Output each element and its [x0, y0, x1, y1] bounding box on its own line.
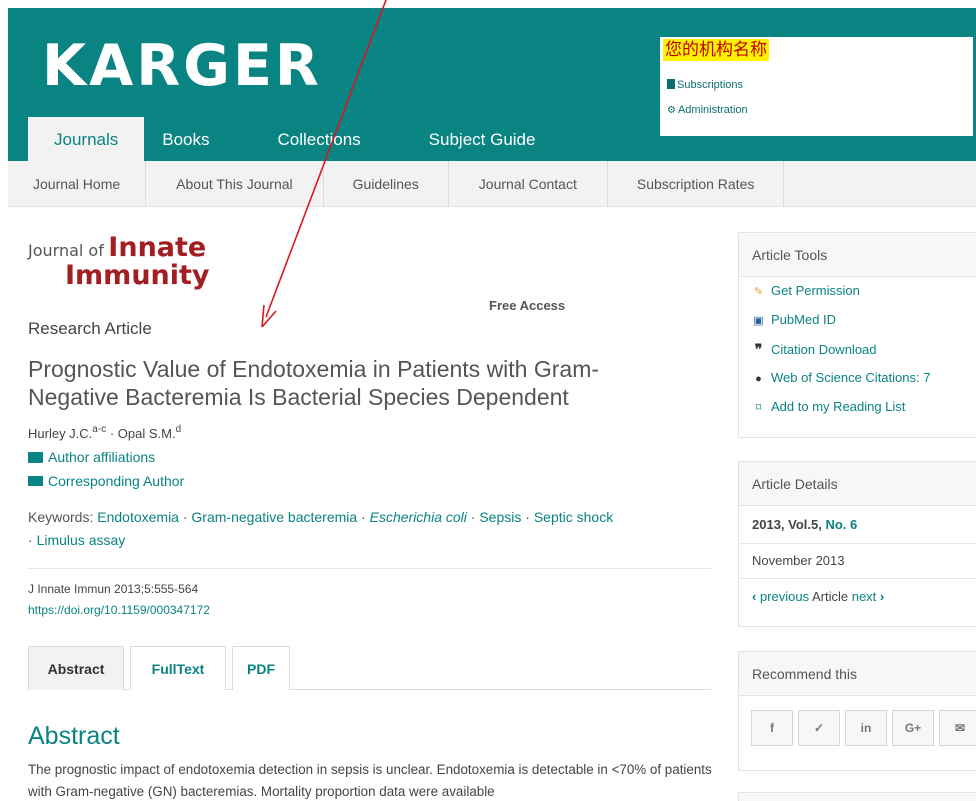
author-separator: ·	[106, 426, 118, 441]
journal-subnav: Journal Home About This Journal Guidelin…	[8, 161, 976, 207]
author-hurley-affil: a-c	[92, 424, 107, 435]
journal-logo-innate: Innate	[108, 232, 207, 263]
journal-logo-immunity: Immunity	[65, 260, 210, 291]
issue-date: November 2013	[752, 553, 845, 568]
subnav-subscription-rates[interactable]: Subscription Rates	[608, 161, 785, 207]
web-of-science-link[interactable]: ● Web of Science Citations: 7	[752, 370, 930, 385]
divider	[28, 568, 711, 569]
journal-logo[interactable]: Journal of Innate Immunity	[28, 232, 210, 290]
google-plus-icon[interactable]: G+	[892, 710, 934, 746]
keyword-link[interactable]: Sepsis	[479, 509, 521, 525]
divider	[739, 578, 976, 579]
linkedin-icon[interactable]: in	[845, 710, 887, 746]
institution-name: 您的机构名称	[663, 39, 769, 61]
citation-download-label: Citation Download	[771, 342, 877, 357]
subscriptions-link[interactable]: Subscriptions	[667, 78, 743, 92]
journal-logo-small: Journal of	[28, 241, 104, 260]
keyword-link[interactable]: Septic shock	[534, 509, 613, 525]
article-pager: ‹ previous Article next ›	[752, 589, 884, 604]
subnav-about-journal[interactable]: About This Journal	[146, 161, 324, 207]
next-panel	[738, 792, 976, 801]
doi-link[interactable]: https://doi.org/10.1159/000347172	[28, 603, 210, 617]
page: { "brand": {"name": "KARGER"}, "institut…	[0, 0, 976, 801]
article-title: Prognostic Value of Endotoxemia in Patie…	[28, 356, 600, 410]
globe-icon: ●	[755, 373, 762, 385]
subscriptions-label: Subscriptions	[677, 79, 744, 91]
top-strip	[0, 0, 976, 8]
next-article-link[interactable]: next	[852, 589, 877, 604]
content-tabs: Abstract FullText PDF	[28, 646, 711, 690]
bookmark-icon: ⌑	[755, 402, 762, 414]
subnav-guidelines[interactable]: Guidelines	[324, 161, 449, 207]
web-of-science-label: Web of Science Citations: 7	[771, 370, 931, 385]
keyword-link[interactable]: Endotoxemia	[97, 509, 179, 525]
recommend-title: Recommend this	[739, 652, 976, 696]
gear-icon: ⚙	[667, 105, 676, 116]
quote-icon: ❞	[754, 341, 763, 357]
administration-label: Administration	[677, 104, 748, 116]
arrow-head	[261, 304, 277, 328]
institution-box: 您的机构名称 Subscriptions ⚙ Administration	[660, 37, 973, 136]
article-tools-panel: Article Tools ✎ Get Permission ▣ PubMed ID…	[738, 232, 976, 438]
keyword-link[interactable]: Escherichia coli	[370, 509, 467, 525]
pubmed-link[interactable]: ▣ PubMed ID	[752, 312, 836, 327]
tab-journals[interactable]: Journals	[28, 117, 145, 161]
chevron-left-icon: ‹	[752, 589, 760, 604]
citation-download-link[interactable]: ❞ Citation Download	[752, 341, 877, 358]
karger-logo[interactable]: KARGER	[42, 36, 322, 96]
id-card-icon	[28, 452, 43, 463]
author-affiliations-link[interactable]: Author affiliations	[28, 449, 155, 465]
tab-collections[interactable]: Collections	[244, 117, 395, 161]
administration-link[interactable]: ⚙ Administration	[667, 103, 748, 118]
tab-pdf[interactable]: PDF	[232, 646, 290, 690]
corresponding-author-link[interactable]: Corresponding Author	[28, 473, 184, 489]
get-permission-link[interactable]: ✎ Get Permission	[752, 283, 860, 298]
keyword-link[interactable]: Limulus assay	[37, 532, 126, 548]
envelope-icon	[28, 476, 43, 486]
citation: J Innate Immun 2013;5:555-564	[28, 582, 199, 596]
email-icon[interactable]: ✉	[939, 710, 976, 746]
article-details-title: Article Details	[739, 462, 976, 506]
author-hurley[interactable]: Hurley J.C.	[28, 426, 92, 441]
subnav-journal-contact[interactable]: Journal Contact	[449, 161, 608, 207]
article-type: Research Article	[28, 319, 152, 338]
author-opal[interactable]: Opal S.M.	[118, 426, 176, 441]
volume-info: 2013, Vol.5, No. 6	[752, 517, 857, 532]
keywords: Keywords: Endotoxemia · Gram-negative ba…	[28, 509, 614, 548]
permission-icon: ✎	[753, 286, 764, 298]
tab-fulltext[interactable]: FullText	[130, 646, 226, 690]
keyword-link[interactable]: Gram-negative bacteremia	[191, 509, 357, 525]
article-word: Article	[809, 589, 852, 604]
main-nav: Journals Books Collections Subject Guide	[28, 117, 560, 161]
facebook-icon[interactable]: f	[751, 710, 793, 746]
access-badge: Free Access	[489, 298, 566, 313]
article-tools-title: Article Tools	[739, 233, 976, 277]
tab-subject-guide[interactable]: Subject Guide	[395, 117, 561, 161]
pubmed-icon: ▣	[753, 315, 764, 327]
chevron-right-icon: ›	[876, 589, 885, 604]
get-permission-label: Get Permission	[771, 283, 860, 298]
keywords-label: Keywords:	[28, 509, 98, 525]
pubmed-label: PubMed ID	[771, 312, 837, 327]
article-details-panel: Article Details 2013, Vol.5, No. 6 Novem…	[738, 461, 976, 627]
tab-abstract[interactable]: Abstract	[28, 646, 124, 690]
volume-text: 2013, Vol.5,	[752, 517, 826, 532]
previous-article-link[interactable]: previous	[760, 589, 809, 604]
subscriptions-icon	[667, 79, 675, 89]
divider	[739, 543, 976, 544]
abstract-text: The prognostic impact of endotoxemia det…	[28, 762, 712, 799]
reading-list-label: Add to my Reading List	[771, 399, 906, 414]
author-opal-affil: d	[175, 424, 182, 435]
author-list: Hurley J.C.a-c · Opal S.M.d	[28, 424, 181, 441]
twitter-icon[interactable]: ✓	[798, 710, 840, 746]
abstract-heading: Abstract	[28, 722, 120, 750]
reading-list-link[interactable]: ⌑ Add to my Reading List	[752, 399, 906, 414]
corresponding-author-label: Corresponding Author	[48, 473, 185, 489]
tab-books[interactable]: Books	[144, 117, 243, 161]
subnav-journal-home[interactable]: Journal Home	[8, 161, 147, 207]
author-affiliations-label: Author affiliations	[48, 449, 156, 465]
issue-link[interactable]: No. 6	[825, 517, 857, 532]
